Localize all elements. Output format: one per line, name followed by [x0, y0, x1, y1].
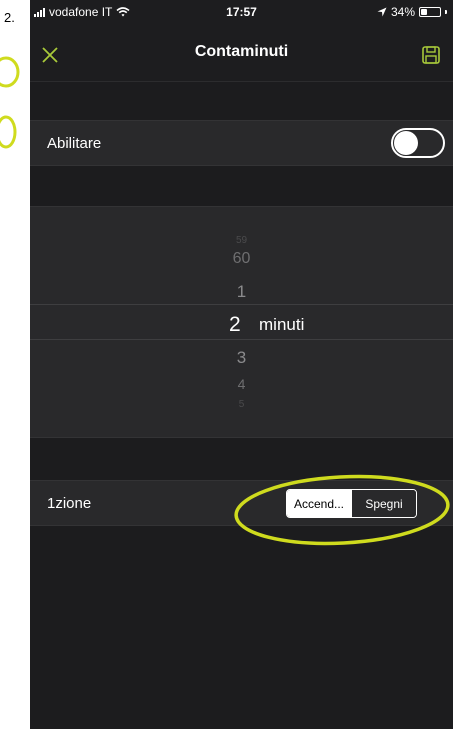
- picker-unit: minuti: [259, 315, 305, 334]
- annotation-ellipse: [0, 115, 17, 149]
- battery-percent: 34%: [390, 5, 415, 19]
- enable-toggle[interactable]: [391, 128, 445, 158]
- step-label: 2.: [4, 10, 15, 25]
- save-icon[interactable]: [421, 45, 441, 65]
- battery-level: [421, 9, 427, 15]
- page-title: Contaminuti: [194, 43, 289, 60]
- action-segmented-control[interactable]: Accend... Spegni: [286, 489, 417, 518]
- segment-off[interactable]: Spegni: [351, 490, 416, 517]
- battery-tip: [445, 10, 447, 14]
- picker-value[interactable]: 5: [30, 399, 453, 410]
- battery-icon: [419, 7, 441, 17]
- location-icon: [377, 7, 387, 17]
- empty-area: [30, 526, 453, 729]
- action-row: 1zione Accend... Spegni: [30, 480, 453, 526]
- section-gap: [30, 438, 453, 480]
- phone-screen: vodafone IT 17:57 34% Contaminuti Abilit…: [30, 0, 453, 729]
- picker-selected-value[interactable]: 2: [30, 313, 453, 337]
- picker-selection-bottom: [30, 339, 453, 340]
- status-right: 34%: [377, 5, 447, 19]
- picker-value[interactable]: 1: [30, 282, 453, 302]
- minutes-picker[interactable]: 59 60 1 2 3 4 5 minuti: [30, 206, 453, 438]
- section-gap: [30, 82, 453, 120]
- toggle-knob: [394, 131, 418, 155]
- picker-selection-top: [30, 304, 453, 305]
- picker-value[interactable]: 3: [30, 348, 453, 368]
- status-bar: vodafone IT 17:57 34%: [30, 0, 453, 24]
- enable-row: Abilitare: [30, 120, 453, 166]
- picker-value[interactable]: 4: [30, 376, 453, 392]
- picker-value[interactable]: 59: [30, 235, 453, 246]
- enable-label: Abilitare: [47, 135, 102, 152]
- annotation-ellipse: [0, 56, 20, 88]
- section-gap: [30, 166, 453, 206]
- segment-on[interactable]: Accend...: [287, 490, 351, 517]
- action-label: 1zione: [47, 495, 92, 512]
- nav-bar: Contaminuti: [30, 24, 453, 82]
- picker-value[interactable]: 60: [30, 250, 453, 268]
